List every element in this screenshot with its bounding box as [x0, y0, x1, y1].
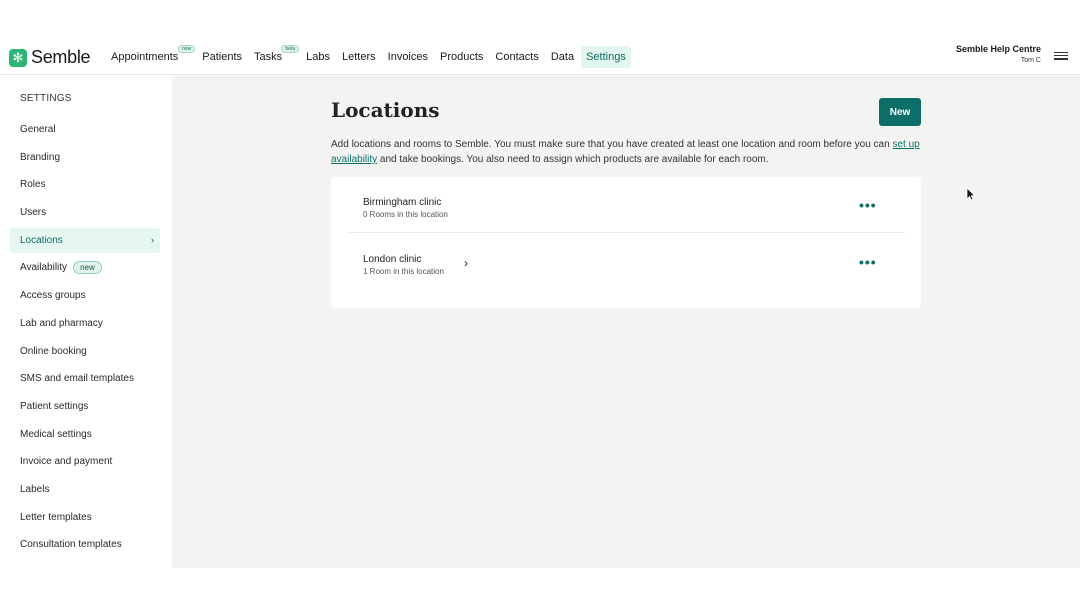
- sidebar-item-medical-settings[interactable]: Medical settings: [10, 422, 160, 447]
- sidebar-item-letter-templates[interactable]: Letter templates: [10, 505, 160, 530]
- nav-letters[interactable]: Letters: [337, 46, 381, 68]
- sidebar-item-label: Lab and pharmacy: [20, 317, 103, 329]
- sidebar-item-consultation-templates[interactable]: Consultation templates: [10, 532, 160, 557]
- main-content: Locations New Add locations and rooms to…: [172, 76, 1080, 568]
- more-options-icon[interactable]: •••: [859, 254, 877, 270]
- sidebar-item-label: Availability: [20, 262, 68, 274]
- nav-patients[interactable]: Patients: [197, 46, 247, 68]
- location-name: Birmingham clinic: [363, 197, 442, 208]
- location-row[interactable]: Birmingham clinic 0 Rooms in this locati…: [347, 177, 905, 233]
- sidebar-item-users[interactable]: Users: [10, 200, 160, 225]
- page-description: Add locations and rooms to Semble. You m…: [331, 137, 931, 167]
- new-badge: new: [178, 44, 196, 53]
- semble-logo-icon: ✻: [9, 48, 27, 67]
- sidebar-item-patient-settings[interactable]: Patient settings: [10, 394, 160, 419]
- top-nav-bar: ✻ Semble Appointments new Patients Tasks…: [0, 38, 1080, 75]
- sidebar-item-label: Labels: [20, 483, 50, 495]
- help-centre[interactable]: Semble Help Centre Tom C: [956, 44, 1041, 64]
- nav-products[interactable]: Products: [435, 46, 488, 68]
- sidebar-item-label: Invoice and payment: [20, 456, 113, 468]
- nav-labs[interactable]: Labs: [301, 46, 335, 68]
- sidebar-item-label: SMS and email templates: [20, 373, 134, 385]
- sidebar-item-label: Online booking: [20, 345, 87, 357]
- chevron-right-icon: ›: [151, 235, 154, 246]
- sidebar-heading: SETTINGS: [20, 93, 72, 104]
- locations-card: Birmingham clinic 0 Rooms in this locati…: [331, 177, 921, 308]
- semble-logo-text: Semble: [31, 47, 91, 67]
- nav-settings[interactable]: Settings: [581, 45, 631, 68]
- nav-tasks[interactable]: Tasks beta: [249, 44, 300, 68]
- location-room-count: 0 Rooms in this location: [363, 210, 448, 219]
- sidebar-item-label: Access groups: [20, 290, 86, 302]
- settings-sidebar: SETTINGS General Branding Roles Users Lo…: [0, 76, 172, 568]
- hamburger-menu-icon[interactable]: [1054, 50, 1068, 62]
- sidebar-item-branding[interactable]: Branding: [10, 145, 160, 170]
- sidebar-item-label: Branding: [20, 151, 61, 163]
- sidebar-item-invoice-and-payment[interactable]: Invoice and payment: [10, 449, 160, 474]
- nav-contacts[interactable]: Contacts: [490, 46, 543, 68]
- sidebar-item-online-booking[interactable]: Online booking: [10, 339, 160, 364]
- sidebar-item-label: Users: [20, 207, 47, 219]
- sidebar-list: General Branding Roles Users Locations ›…: [10, 117, 160, 560]
- sidebar-item-sms-email-templates[interactable]: SMS and email templates: [10, 366, 160, 391]
- chevron-right-icon[interactable]: ›: [464, 256, 468, 270]
- sidebar-item-availability[interactable]: Availability new: [10, 255, 160, 280]
- page-title: Locations: [331, 98, 440, 122]
- sidebar-item-label: Letter templates: [20, 511, 92, 523]
- new-location-button[interactable]: New: [879, 98, 921, 126]
- nav-tasks-label: Tasks: [254, 50, 283, 63]
- sidebar-item-labels[interactable]: Labels: [10, 477, 160, 502]
- sidebar-item-label: Patient settings: [20, 400, 89, 412]
- sidebar-item-roles[interactable]: Roles: [10, 172, 160, 197]
- beta-badge: beta: [281, 44, 300, 53]
- sidebar-item-label: General: [20, 124, 56, 135]
- location-row[interactable]: London clinic 1 Room in this location › …: [347, 234, 905, 290]
- location-room-count: 1 Room in this location: [363, 267, 444, 276]
- nav-appointments-label: Appointments: [111, 50, 179, 63]
- more-options-icon[interactable]: •••: [859, 197, 877, 213]
- sidebar-item-label: Locations: [20, 234, 63, 246]
- sidebar-item-lab-and-pharmacy[interactable]: Lab and pharmacy: [10, 311, 160, 336]
- sidebar-item-locations[interactable]: Locations ›: [10, 227, 160, 253]
- description-text-continued: and take bookings. You also need to assi…: [377, 154, 769, 165]
- nav-data[interactable]: Data: [546, 46, 579, 68]
- sidebar-item-access-groups[interactable]: Access groups: [10, 283, 160, 308]
- user-name: Tom C: [1020, 57, 1041, 64]
- sidebar-item-label: Roles: [20, 179, 46, 191]
- sidebar-item-general[interactable]: General: [10, 117, 160, 142]
- new-badge: new: [73, 261, 102, 275]
- page: ✻ Semble Appointments new Patients Tasks…: [0, 0, 1080, 608]
- help-centre-title: Semble Help Centre: [955, 44, 1041, 54]
- nav-appointments[interactable]: Appointments new: [106, 44, 196, 68]
- sidebar-item-label: Consultation templates: [20, 539, 122, 551]
- nav-invoices[interactable]: Invoices: [383, 46, 433, 68]
- description-text: Add locations and rooms to Semble. You m…: [331, 139, 893, 150]
- sidebar-item-label: Medical settings: [20, 428, 92, 440]
- bottom-blank-area: [0, 568, 1080, 608]
- location-name: London clinic: [363, 254, 422, 265]
- mouse-cursor-icon: [966, 187, 976, 201]
- semble-logo[interactable]: ✻ Semble: [9, 47, 91, 68]
- main-nav: Appointments new Patients Tasks beta Lab…: [106, 44, 633, 69]
